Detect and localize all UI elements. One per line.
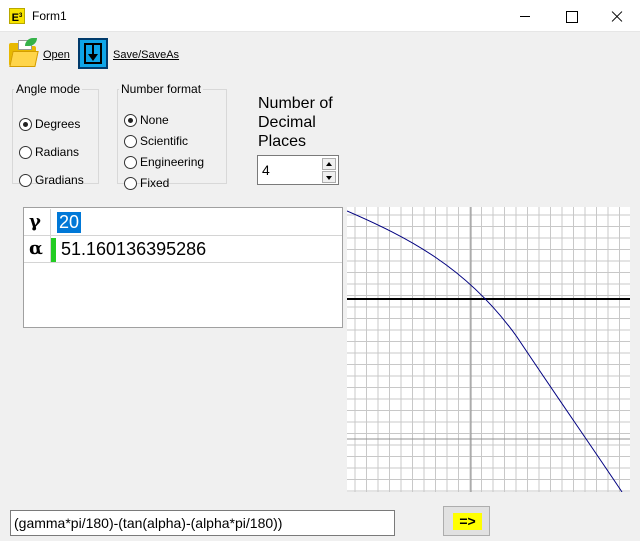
table-row[interactable]: α 51.160136395286: [24, 236, 342, 263]
calculate-button[interactable]: =>: [443, 506, 490, 536]
radio-label: Radians: [35, 145, 80, 159]
table-row[interactable]: γ 20: [24, 209, 342, 236]
variable-symbol: α: [29, 238, 43, 259]
function-curve: [347, 210, 623, 492]
expression-input[interactable]: (gamma*pi/180)-(tan(alpha)-(alpha*pi/180…: [10, 510, 395, 536]
saveas-label: Save/SaveAs: [113, 49, 180, 61]
save-saveas-button[interactable]: Save/SaveAs: [78, 38, 182, 70]
graph-panel: [347, 207, 630, 492]
radio-label: None: [140, 113, 169, 127]
radio-label: Fixed: [140, 176, 170, 190]
calculate-label: =>: [453, 513, 482, 530]
radio-dot[interactable]: [19, 146, 32, 159]
radio-dot[interactable]: [124, 156, 137, 169]
decimal-places-stepper[interactable]: 4: [257, 155, 339, 185]
minimize-button[interactable]: [502, 0, 548, 32]
spin-up-icon[interactable]: [322, 158, 336, 170]
graph-canvas: [347, 207, 630, 492]
spin-down-icon[interactable]: [322, 171, 336, 183]
radio-label: Scientific: [140, 134, 189, 148]
open-button[interactable]: Open: [8, 38, 72, 70]
title-bar: E3 Form1: [0, 0, 640, 32]
open-label: Open: [43, 49, 70, 61]
angle-mode-group: Angle mode Degrees Radians Gradians: [12, 82, 99, 187]
column-divider: [50, 209, 51, 236]
variables-grid[interactable]: γ 20 α 51.160136395286: [23, 207, 343, 328]
angle-mode-legend: Angle mode: [16, 82, 81, 96]
variable-value-input[interactable]: 20: [57, 212, 82, 233]
number-format-legend: Number format: [121, 82, 202, 96]
radio-dot[interactable]: [124, 135, 137, 148]
radio-label: Engineering: [140, 155, 205, 169]
download-arrow-icon: [78, 38, 108, 69]
close-button[interactable]: [594, 0, 640, 32]
number-format-group: Number format None Scientific Engineerin…: [117, 82, 227, 190]
window-title: Form1: [32, 9, 67, 23]
equation-app-icon[interactable]: E3: [9, 8, 25, 24]
open-folder-icon: [8, 38, 39, 68]
radio-dot[interactable]: [19, 118, 32, 131]
radio-label: Degrees: [35, 117, 81, 131]
variable-value-input[interactable]: 51.160136395286: [61, 239, 206, 260]
decimal-places-value[interactable]: 4: [262, 162, 270, 178]
radio-dot[interactable]: [19, 174, 32, 187]
variable-symbol: γ: [29, 211, 41, 232]
radio-dot[interactable]: [124, 114, 137, 127]
radio-label: Gradians: [35, 173, 84, 187]
solved-marker: [51, 238, 56, 262]
maximize-button[interactable]: [548, 0, 594, 32]
decimal-places-label: Number of Decimal Places: [258, 95, 333, 150]
radio-dot[interactable]: [124, 177, 137, 190]
